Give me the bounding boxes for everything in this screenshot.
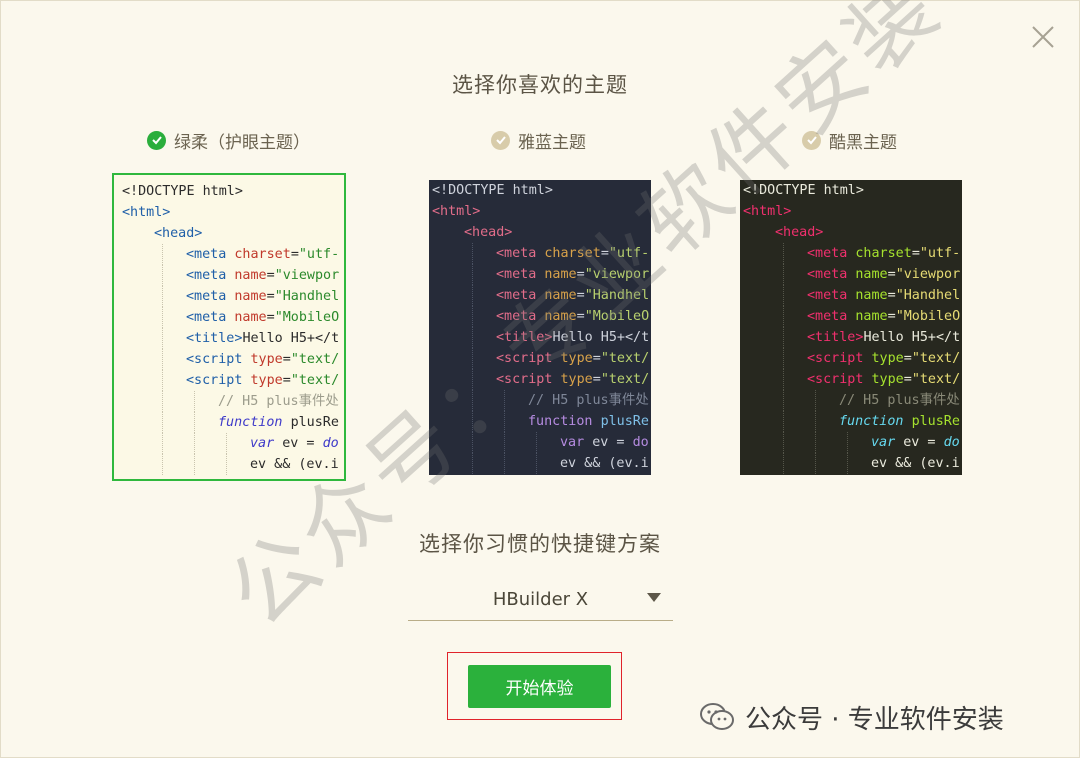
theme-preview-dark[interactable]: <!DOCTYPE html> <html> <head> <meta char… <box>740 180 962 475</box>
code-line: // H5 plus事件处 <box>432 390 651 411</box>
code-line: <script type="text/ <box>743 348 962 369</box>
code-line: <title>Hello H5+</t <box>743 327 962 348</box>
close-icon[interactable] <box>1029 23 1057 51</box>
code-line: var ev = do <box>432 432 651 453</box>
code-line: <meta name="Handhel <box>743 285 962 306</box>
code-line: <head> <box>154 226 203 241</box>
wechat-icon <box>700 703 734 730</box>
code-line: <meta name="Handhel <box>122 286 344 307</box>
theme-option-dark[interactable]: 酷黑主题 <box>802 127 897 153</box>
code-line: <meta charset="utf- <box>122 244 344 265</box>
check-circle-icon <box>491 130 510 150</box>
code-line: <script type="text/ <box>122 370 344 391</box>
code-line: function plusRe <box>743 411 962 432</box>
code-line: <title>Hello H5+</t <box>432 327 651 348</box>
code-line: function plusRe <box>432 411 651 432</box>
code-line: <meta name="viewpor <box>743 264 962 285</box>
code-line: <meta name="MobileO <box>432 306 651 327</box>
code-line: ev && (ev.i <box>432 453 651 474</box>
code-line: <meta name="viewpor <box>122 265 344 286</box>
code-line: ev && (ev.i <box>743 453 962 474</box>
watermark-footer-text: 公众号 · 专业软件安装 <box>745 704 1004 735</box>
watermark-footer: 公众号 · 专业软件安装 <box>699 697 1004 737</box>
code-line: <meta charset="utf- <box>432 243 651 264</box>
code-line: var ev = do <box>743 432 962 453</box>
start-button-highlight: 开始体验 <box>447 652 622 720</box>
theme-label-blue: 雅蓝主题 <box>518 132 586 153</box>
check-circle-icon <box>802 130 821 150</box>
code-line: <html> <box>122 205 171 220</box>
code-line: var ev = do <box>122 433 344 454</box>
theme-option-green[interactable]: 绿柔（护眼主题） <box>147 127 310 153</box>
code-line: <!DOCTYPE html> <box>743 183 864 198</box>
code-line: <meta name="MobileO <box>122 307 344 328</box>
code-line: <script type="text/ <box>432 369 651 390</box>
shortcut-select[interactable]: HBuilder X <box>408 579 673 621</box>
code-line: <meta name="MobileO <box>743 306 962 327</box>
check-circle-icon <box>147 130 166 150</box>
code-line: <script type="text/ <box>122 349 344 370</box>
theme-preview-blue[interactable]: <!DOCTYPE html> <html> <head> <meta char… <box>429 180 651 475</box>
code-line: <script type="text/ <box>743 369 962 390</box>
caret-down-icon <box>647 593 661 602</box>
code-line: // H5 plus事件处 <box>743 390 962 411</box>
theme-dialog: 选择你喜欢的主题 绿柔（护眼主题） 雅蓝主题 酷黑主题 <!DOCTYPE ht… <box>0 0 1080 758</box>
theme-preview-green[interactable]: <!DOCTYPE html> <html> <head> <meta char… <box>112 173 346 481</box>
start-button[interactable]: 开始体验 <box>468 665 611 708</box>
theme-label-dark: 酷黑主题 <box>829 132 897 153</box>
code-line: <meta name="viewpor <box>432 264 651 285</box>
code-line: <title>Hello H5+</t <box>122 328 344 349</box>
code-line: // H5 plus事件处 <box>122 391 344 412</box>
code-line: ev && (ev.i <box>122 454 344 475</box>
code-line: <head> <box>775 225 824 240</box>
code-line: <script type="text/ <box>432 348 651 369</box>
code-line: <!DOCTYPE html> <box>432 183 553 198</box>
code-line: <head> <box>464 225 513 240</box>
shortcut-title: 选择你习惯的快捷键方案 <box>419 532 661 556</box>
code-line: function plusRe <box>122 412 344 433</box>
code-line: <!DOCTYPE html> <box>122 184 243 199</box>
shortcut-selected-value: HBuilder X <box>492 589 589 610</box>
code-line: <meta charset="utf- <box>743 243 962 264</box>
code-line: <html> <box>743 204 792 219</box>
dialog-title: 选择你喜欢的主题 <box>452 73 628 97</box>
code-line: <html> <box>432 204 481 219</box>
theme-label-green: 绿柔（护眼主题） <box>174 132 310 153</box>
code-line: <meta name="Handhel <box>432 285 651 306</box>
theme-option-blue[interactable]: 雅蓝主题 <box>491 127 586 153</box>
